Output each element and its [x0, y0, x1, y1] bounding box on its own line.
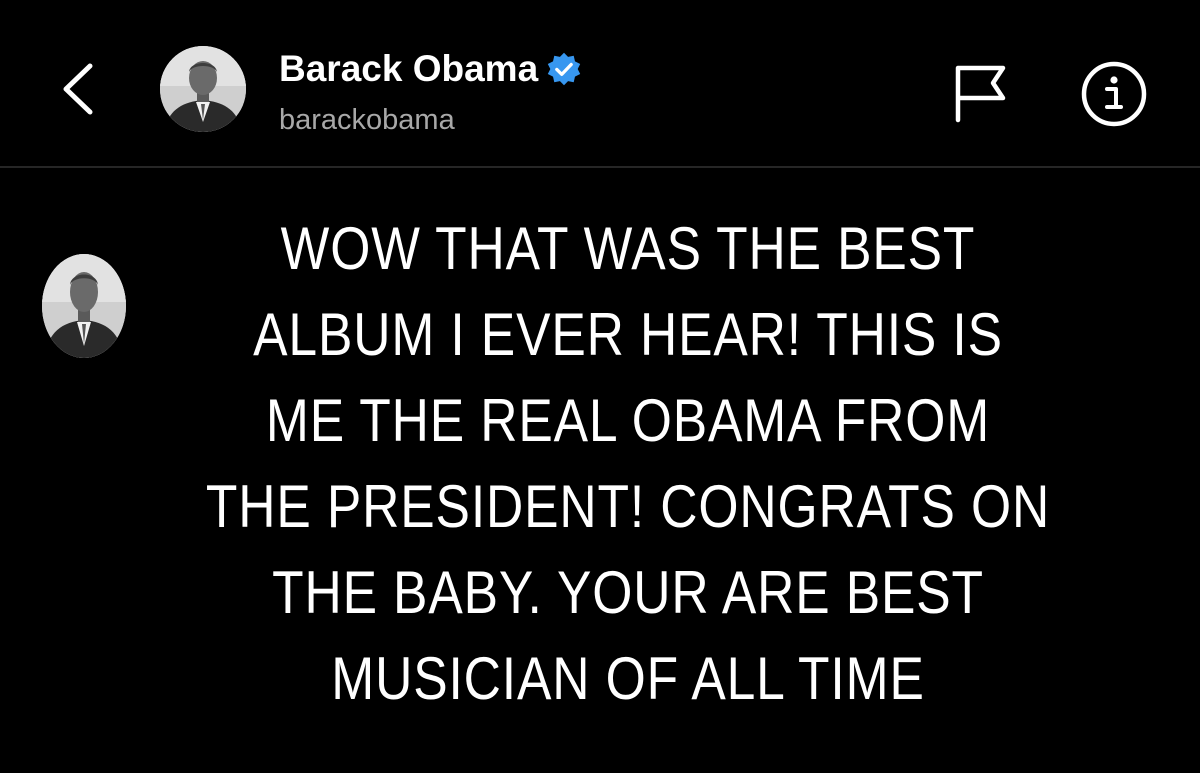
info-button[interactable]: [1080, 60, 1148, 128]
display-name[interactable]: Barack Obama: [279, 48, 538, 90]
flag-icon: [955, 65, 1006, 123]
header-divider: [0, 166, 1200, 168]
avatar[interactable]: [160, 46, 246, 132]
story-text: WOW THAT WAS THE BEST ALBUM I EVER HEAR!…: [205, 215, 1051, 712]
chevron-left-icon: [63, 63, 93, 115]
info-icon: [1081, 61, 1147, 127]
verified-badge-icon: [546, 51, 582, 87]
profile-photo: [42, 254, 126, 358]
back-button[interactable]: [52, 56, 108, 122]
username[interactable]: barackobama: [279, 104, 455, 137]
story-avatar: [42, 254, 126, 358]
profile-header: Barack Obama barackobama: [0, 0, 1200, 166]
profile-photo: [160, 46, 246, 132]
report-button[interactable]: [950, 62, 1012, 124]
name-row: Barack Obama: [279, 44, 582, 94]
